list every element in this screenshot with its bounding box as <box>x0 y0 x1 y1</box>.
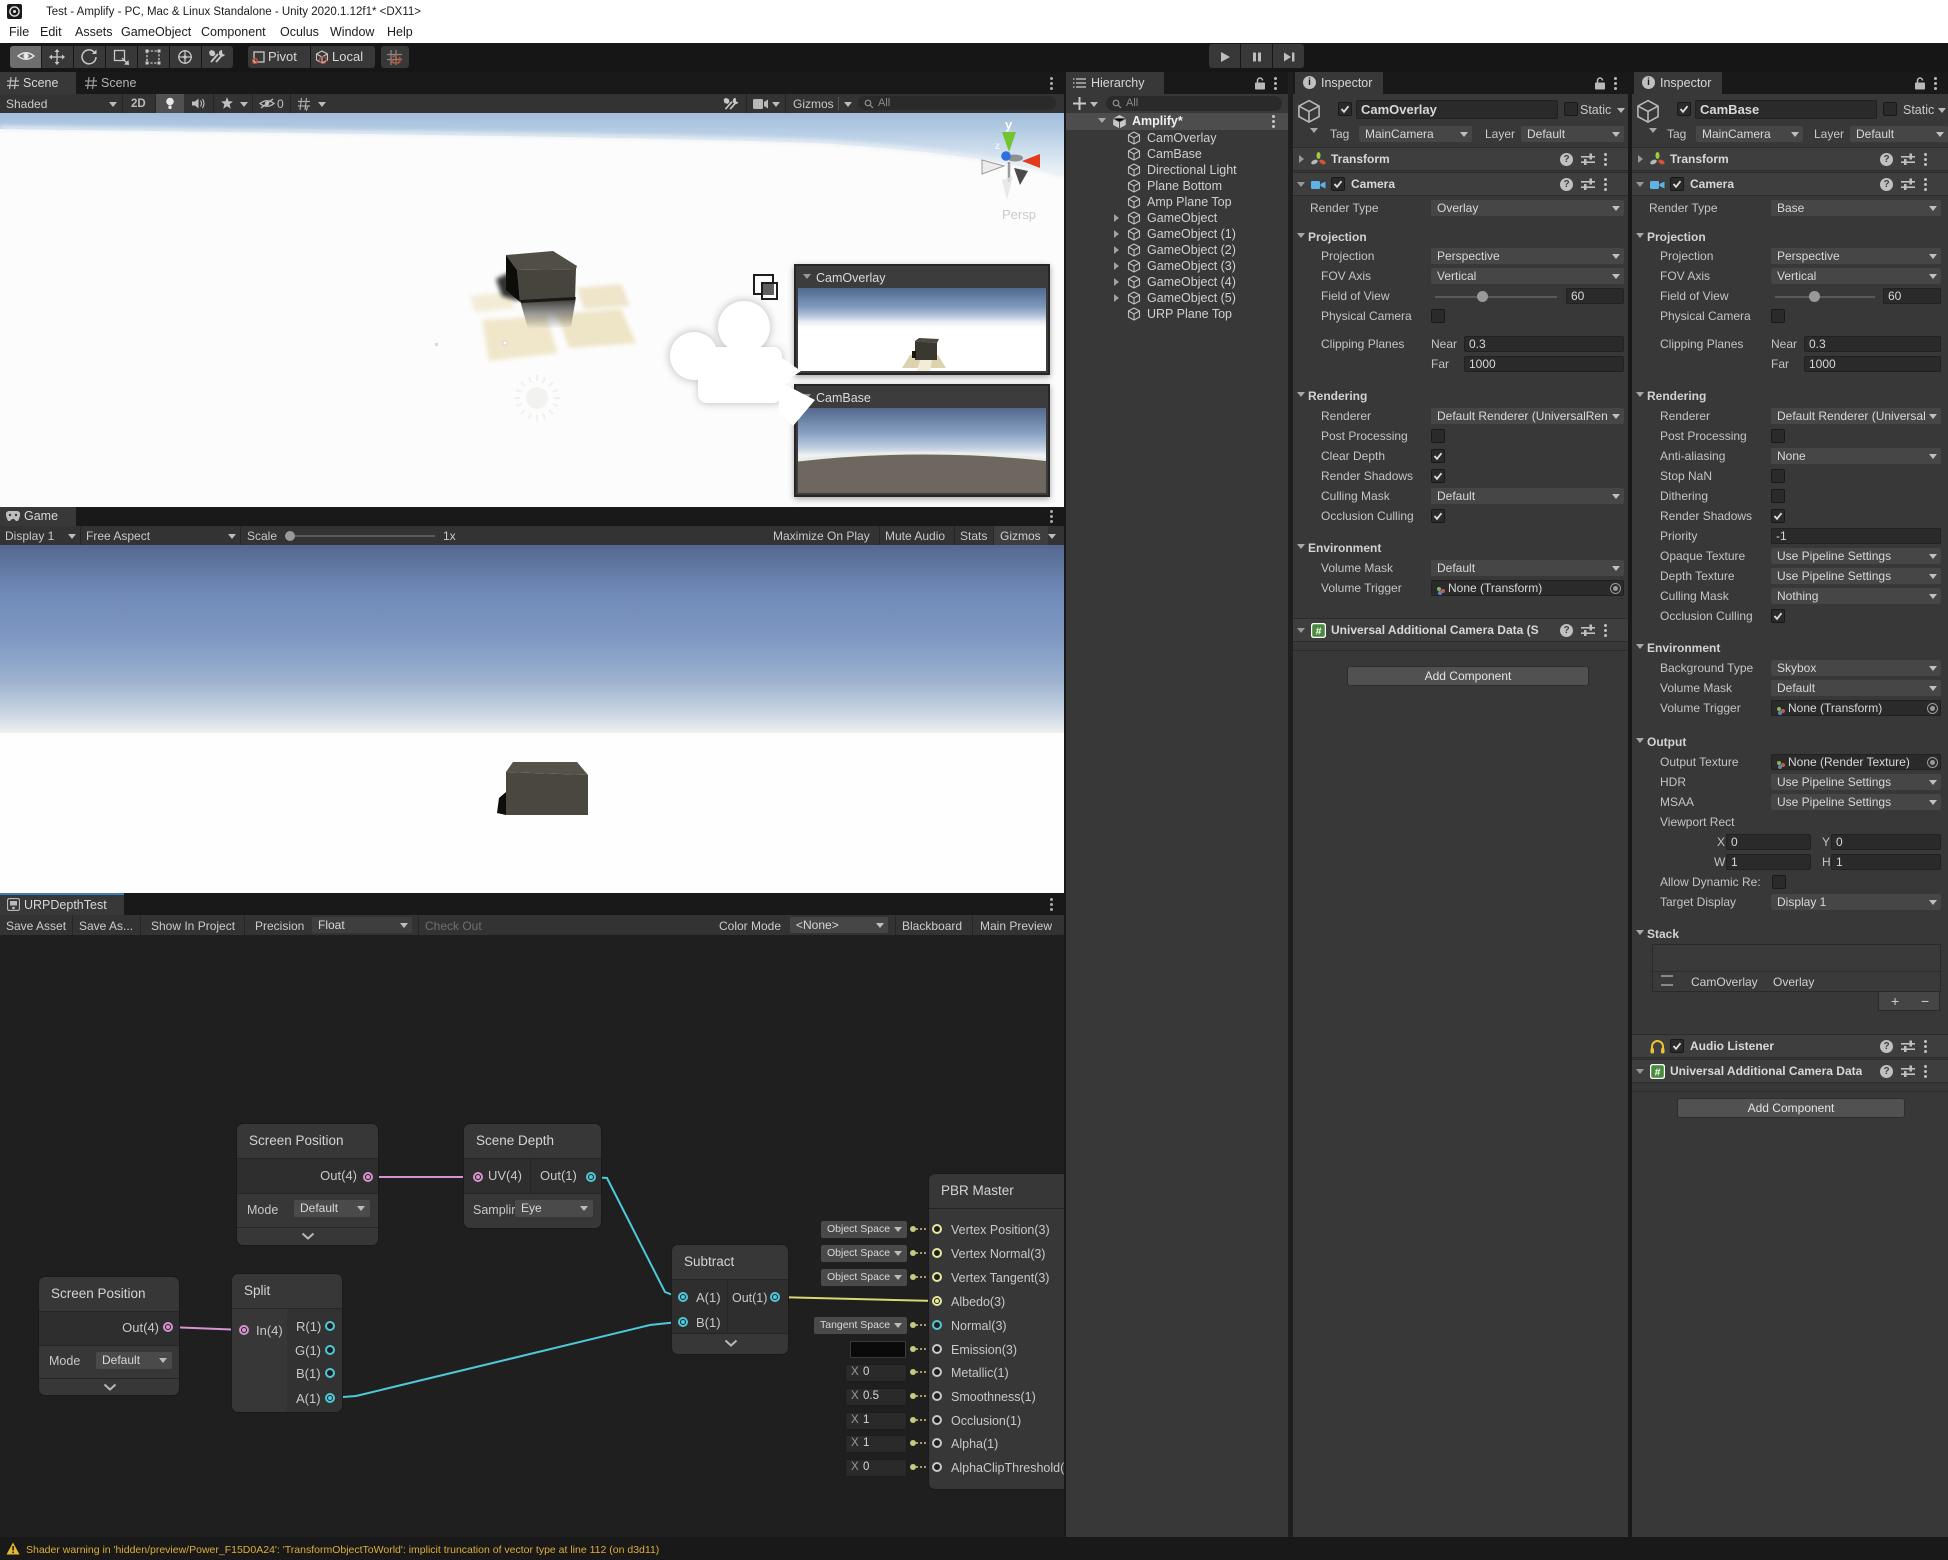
svg-text:y: y <box>305 105 309 111</box>
svg-text:#: # <box>1316 626 1322 638</box>
svg-text:z: z <box>995 141 1000 152</box>
svg-text:#: # <box>1655 1067 1661 1079</box>
svg-text:y: y <box>1005 118 1013 132</box>
